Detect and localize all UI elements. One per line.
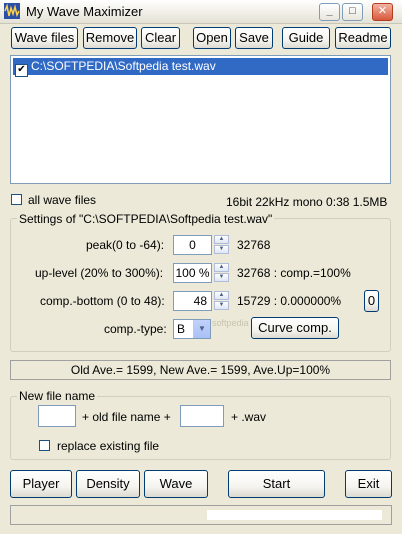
comptype-value: B — [177, 322, 186, 336]
readme-button[interactable]: Readme — [335, 27, 391, 49]
comptype-label: comp.-type: — [104, 322, 167, 336]
save-button[interactable]: Save — [235, 27, 273, 49]
comptype-select[interactable]: B ▼ — [173, 319, 211, 339]
compbottom-result: 15729 : 0.000000% — [237, 294, 342, 308]
window-title: My Wave Maximizer — [26, 4, 143, 19]
spin-down-icon[interactable]: ▼ — [214, 273, 229, 282]
spin-up-icon[interactable]: ▲ — [214, 291, 229, 300]
wav-extension-text: + .wav — [231, 410, 267, 424]
guide-button[interactable]: Guide — [282, 27, 330, 49]
chevron-down-icon[interactable]: ▼ — [193, 320, 210, 338]
app-window: My Wave Maximizer _ □ ✕ Wave files Remov… — [0, 0, 402, 534]
minimize-button[interactable]: _ — [319, 3, 340, 21]
file-path: C:\SOFTPEDIA\Softpedia test.wav — [31, 59, 216, 73]
averages-status: Old Ave.= 1599, New Ave.= 1599, Ave.Up=1… — [10, 360, 391, 380]
old-file-name-text: + old file name + — [82, 410, 171, 424]
compbottom-spinner[interactable]: ▲ ▼ — [214, 291, 229, 311]
open-button[interactable]: Open — [193, 27, 231, 49]
prefix-input[interactable] — [38, 405, 76, 427]
wave-file-list[interactable]: ✔ C:\SOFTPEDIA\Softpedia test.wav — [10, 55, 391, 184]
clear-button[interactable]: Clear — [141, 27, 180, 49]
softpedia-watermark: softpedia — [212, 318, 249, 328]
replace-existing-checkbox[interactable] — [39, 440, 50, 451]
spin-down-icon[interactable]: ▼ — [214, 245, 229, 254]
title-bar[interactable]: My Wave Maximizer _ □ ✕ — [0, 0, 402, 24]
settings-title: Settings of "C:\SOFTPEDIA\Softpedia test… — [17, 212, 275, 226]
peak-label: peak(0 to -64): — [86, 238, 165, 252]
uplevel-label: up-level (20% to 300%): — [35, 266, 164, 280]
all-wave-files-checkbox[interactable] — [11, 194, 22, 205]
file-info: 16bit 22kHz mono 0:38 1.5MB — [226, 195, 388, 209]
wave-files-button[interactable]: Wave files — [11, 27, 78, 49]
spin-up-icon[interactable]: ▲ — [214, 263, 229, 272]
all-wave-files-label: all wave files — [28, 193, 97, 207]
suffix-input[interactable] — [180, 405, 224, 427]
status-bar — [10, 505, 392, 525]
uplevel-result: 32768 : comp.=100% — [237, 266, 351, 280]
curve-comp-button[interactable]: Curve comp. — [251, 317, 339, 339]
close-button[interactable]: ✕ — [372, 3, 393, 21]
uplevel-input[interactable]: 100 % — [173, 263, 212, 283]
wave-button[interactable]: Wave — [144, 470, 208, 498]
waveform-app-icon — [4, 3, 20, 19]
replace-existing-label: replace existing file — [57, 439, 160, 453]
start-button[interactable]: Start — [228, 470, 325, 498]
compbottom-label: comp.-bottom (0 to 48): — [40, 294, 165, 308]
exit-button[interactable]: Exit — [345, 470, 392, 498]
peak-input[interactable]: 0 — [173, 235, 212, 255]
peak-result: 32768 — [237, 238, 271, 252]
compbottom-input[interactable]: 48 — [173, 291, 212, 311]
peak-spinner[interactable]: ▲ ▼ — [214, 235, 229, 255]
list-item[interactable]: ✔ C:\SOFTPEDIA\Softpedia test.wav — [13, 58, 388, 77]
compbottom-zero-button[interactable]: 0 — [364, 290, 379, 312]
new-file-name-title: New file name — [17, 389, 98, 403]
remove-button[interactable]: Remove — [83, 27, 137, 49]
spin-down-icon[interactable]: ▼ — [214, 301, 229, 310]
file-checkbox[interactable]: ✔ — [15, 64, 28, 77]
progress-bar — [207, 510, 382, 520]
maximize-button[interactable]: □ — [342, 3, 363, 21]
spin-up-icon[interactable]: ▲ — [214, 235, 229, 244]
player-button[interactable]: Player — [10, 470, 72, 498]
uplevel-spinner[interactable]: ▲ ▼ — [214, 263, 229, 283]
density-button[interactable]: Density — [76, 470, 140, 498]
